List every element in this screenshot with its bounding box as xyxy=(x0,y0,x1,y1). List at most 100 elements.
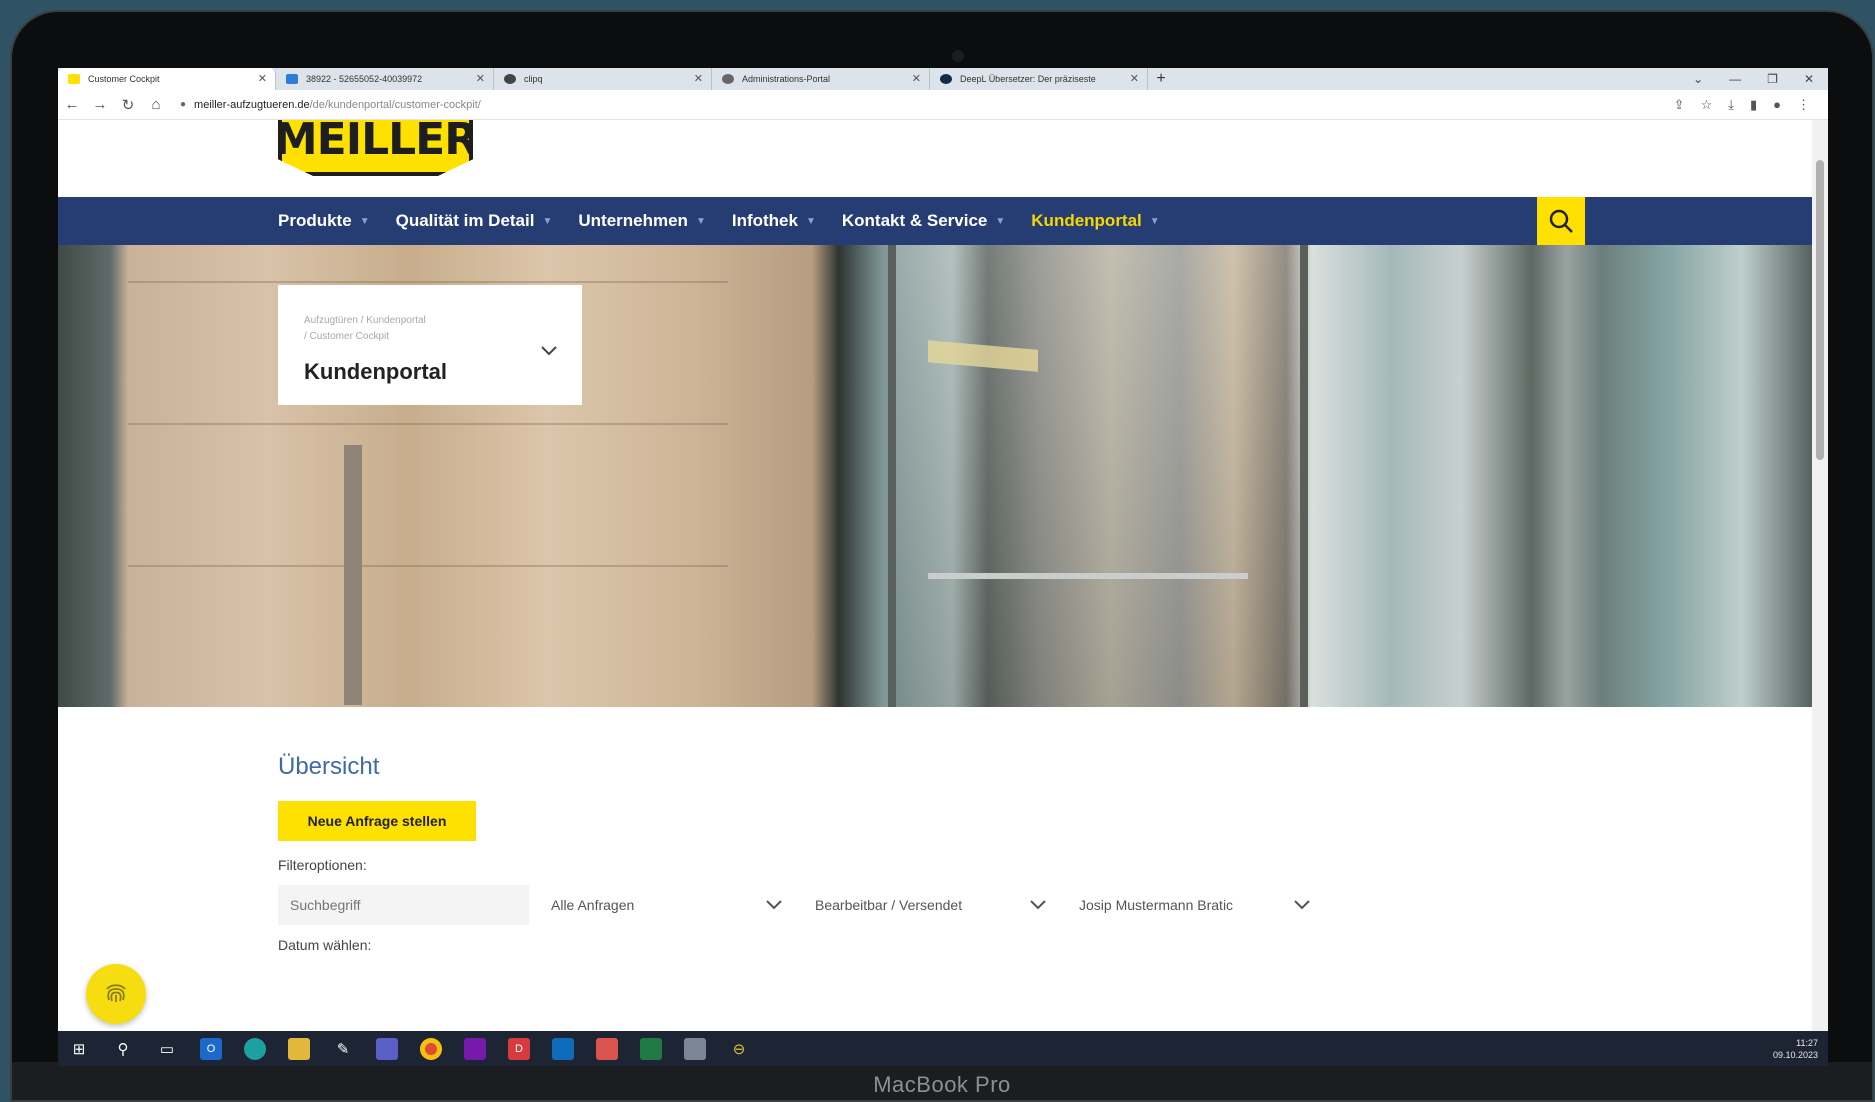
search-input[interactable] xyxy=(278,885,529,925)
chevron-down-icon[interactable] xyxy=(540,345,558,357)
chrome-icon[interactable] xyxy=(420,1037,442,1060)
restore-icon[interactable]: ❐ xyxy=(1767,72,1778,86)
scrollbar-thumb[interactable] xyxy=(1816,160,1824,460)
pdf-icon[interactable]: D xyxy=(508,1037,530,1060)
logo-text: MEILLER xyxy=(273,120,478,165)
nav-label: Qualität im Detail xyxy=(395,211,535,230)
chevron-down-icon: ▼ xyxy=(1149,215,1160,227)
web-page: MEILLER Produkte ▼ Qualität im Detail ▼ Un… xyxy=(58,120,1812,1031)
url-field[interactable]: ● meiller-aufzugtueren.de/de/kundenporta… xyxy=(180,99,481,111)
status-select[interactable]: Bearbeitbar / Versendet xyxy=(805,885,1057,925)
camera xyxy=(952,50,964,62)
new-tab-button[interactable]: + xyxy=(1148,68,1174,90)
browser-actions: ⇪ ☆ ⤓ ▮ ● ⋮ xyxy=(1674,97,1828,113)
new-request-button[interactable]: Neue Anfrage stellen xyxy=(278,801,476,841)
browser-tab-ticket[interactable]: 38922 - 52655052-40039972 ✕ xyxy=(276,68,494,90)
breadcrumb-card[interactable]: Aufzugtüren / Kundenportal / Customer Co… xyxy=(278,285,582,405)
breadcrumb: Aufzugtüren / Kundenportal / Customer Co… xyxy=(304,313,556,345)
reload-icon[interactable]: ↻ xyxy=(114,96,142,114)
onenote-icon[interactable] xyxy=(464,1037,486,1060)
nav-item-produkte[interactable]: Produkte ▼ xyxy=(278,211,370,231)
edge-icon[interactable] xyxy=(244,1037,266,1060)
browser-tab-deepl[interactable]: DeepL Übersetzer: Der präziseste ✕ xyxy=(930,68,1148,90)
favicon xyxy=(504,74,516,84)
window-controls: ⌄ — ❐ ✕ xyxy=(1693,68,1828,90)
browser-tab-admin-portal[interactable]: Administrations-Portal ✕ xyxy=(712,68,930,90)
nav-label: Kontakt & Service xyxy=(841,211,988,230)
favicon xyxy=(68,74,80,84)
system-clock[interactable]: 11:27 09.10.2023 xyxy=(1773,1037,1828,1061)
calendar-icon[interactable] xyxy=(596,1037,618,1060)
download-icon[interactable]: ⤓ xyxy=(1728,97,1734,113)
favicon xyxy=(286,74,298,84)
hero-image: Aufzugtüren / Kundenportal / Customer Co… xyxy=(58,245,1812,707)
request-type-select[interactable]: Alle Anfragen xyxy=(541,885,793,925)
close-tab-icon[interactable]: ✕ xyxy=(694,72,703,85)
select-value: Josip Mustermann Bratic xyxy=(1079,897,1234,913)
file-explorer-icon[interactable] xyxy=(288,1037,310,1060)
nav-item-kundenportal[interactable]: Kundenportal ▼ xyxy=(1031,211,1159,231)
browser-tab-customer-cockpit[interactable]: Customer Cockpit ✕ xyxy=(58,68,276,90)
chevron-down-icon: ▼ xyxy=(695,215,706,227)
excel-icon[interactable] xyxy=(640,1037,662,1060)
user-select[interactable]: Josip Mustermann Bratic xyxy=(1069,885,1321,925)
tab-search-icon[interactable]: ⌄ xyxy=(1693,72,1703,86)
page-scrollbar[interactable] xyxy=(1812,120,1828,1031)
close-tab-icon[interactable]: ✕ xyxy=(476,72,485,85)
bookmark-star-icon[interactable]: ☆ xyxy=(1701,97,1713,113)
nav-label: Unternehmen xyxy=(578,211,688,230)
home-icon[interactable]: ⌂ xyxy=(142,96,170,113)
windows-start-icon[interactable]: ⊞ xyxy=(68,1038,90,1060)
nav-item-kontakt-service[interactable]: Kontakt & Service ▼ xyxy=(842,211,1005,231)
forward-icon[interactable]: → xyxy=(86,96,114,113)
back-icon[interactable]: ← xyxy=(58,96,86,113)
task-view-icon[interactable]: ▭ xyxy=(156,1038,178,1060)
filter-label: Filteroptionen: xyxy=(278,857,367,873)
main-content: Übersicht Neue Anfrage stellen Filteropt… xyxy=(278,707,1578,953)
chevron-down-icon: ▼ xyxy=(542,215,553,227)
chevron-down-icon xyxy=(1294,900,1310,910)
fingerprint-icon xyxy=(106,984,126,1002)
search-icon[interactable]: ⚲ xyxy=(112,1038,134,1060)
clock-date: 09.10.2023 xyxy=(1772,1049,1818,1060)
nav-label: Produkte xyxy=(278,211,352,230)
minimize-icon[interactable]: — xyxy=(1729,72,1741,86)
meiller-logo[interactable]: MEILLER xyxy=(278,120,473,176)
outlook-icon[interactable]: O xyxy=(200,1037,222,1060)
vpn-icon[interactable]: ⊖ xyxy=(728,1038,750,1060)
browser-tab-clipq[interactable]: clipq ✕ xyxy=(494,68,712,90)
breadcrumb-line: Aufzugtüren / Kundenportal xyxy=(304,315,426,326)
tab-label: DeepL Übersetzer: Der präziseste xyxy=(960,74,1096,84)
teams-icon[interactable] xyxy=(376,1037,398,1060)
menu-kebab-icon[interactable]: ⋮ xyxy=(1797,97,1810,113)
calculator-icon[interactable] xyxy=(684,1037,706,1060)
breadcrumb-line: / Customer Cockpit xyxy=(304,331,390,342)
windows-taskbar: ⊞ ⚲ ▭ O ✎ D ⊖ 11:27 09.10.2023 xyxy=(58,1031,1828,1066)
hero-handrail xyxy=(928,573,1248,579)
favicon xyxy=(722,74,734,84)
sidebar-icon[interactable]: ▮ xyxy=(1750,97,1757,113)
nav-item-qualitaet[interactable]: Qualität im Detail ▼ xyxy=(396,211,553,231)
share-icon[interactable]: ⇪ xyxy=(1674,97,1685,113)
profile-icon[interactable]: ● xyxy=(1773,97,1781,113)
close-window-icon[interactable]: ✕ xyxy=(1804,72,1814,86)
clock-time: 11:27 xyxy=(1796,1037,1818,1048)
device-label: MacBook Pro xyxy=(873,1072,1011,1097)
close-tab-icon[interactable]: ✕ xyxy=(912,72,921,85)
nav-item-infothek[interactable]: Infothek ▼ xyxy=(732,211,816,231)
hero-elevator-door xyxy=(888,245,1308,707)
close-tab-icon[interactable]: ✕ xyxy=(258,72,267,85)
select-value: Bearbeitbar / Versendet xyxy=(815,897,963,913)
close-tab-icon[interactable]: ✕ xyxy=(1130,72,1139,85)
search-icon xyxy=(1549,209,1573,233)
nav-search-button[interactable] xyxy=(1537,197,1585,245)
select-value: Alle Anfragen xyxy=(551,897,635,913)
outlook-alt-icon[interactable] xyxy=(552,1037,574,1060)
tab-label: clipq xyxy=(524,74,543,84)
chevron-down-icon: ▼ xyxy=(359,215,370,227)
nav-item-unternehmen[interactable]: Unternehmen ▼ xyxy=(578,211,705,231)
url-path: /de/kundenportal/customer-cockpit/ xyxy=(309,98,481,111)
pen-icon[interactable]: ✎ xyxy=(332,1038,354,1060)
fingerprint-button[interactable] xyxy=(86,964,146,1024)
nav-label: Kundenportal xyxy=(1031,211,1142,230)
